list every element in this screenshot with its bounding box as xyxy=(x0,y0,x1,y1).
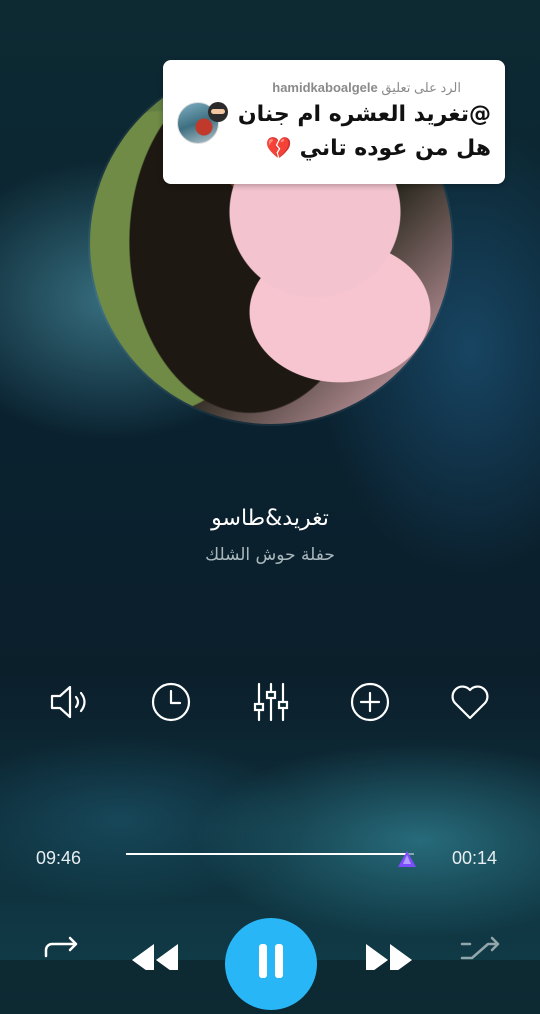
comment-line-2: هل من عوده تاني 💔 xyxy=(266,136,491,161)
previous-icon xyxy=(132,944,178,976)
shuffle-icon xyxy=(460,936,500,960)
progress-bar[interactable] xyxy=(126,853,414,855)
progress-thumb[interactable] xyxy=(396,849,418,869)
previous-button[interactable] xyxy=(128,930,180,976)
reply-prefix: الرد على تعليق xyxy=(381,80,461,95)
next-button[interactable] xyxy=(364,930,416,976)
sleep-timer-icon xyxy=(151,682,191,722)
repeat-button[interactable] xyxy=(40,930,84,974)
comment-line-1: @تغريد العشره ام جنان xyxy=(200,102,491,127)
broken-heart-emoji: 💔 xyxy=(265,136,292,160)
track-subtitle: حفلة حوش الشلك xyxy=(205,545,335,565)
shuffle-button[interactable] xyxy=(458,930,502,974)
elapsed-time: 09:46 xyxy=(36,848,82,868)
reply-header: الرد على تعليق hamidkaboalgele xyxy=(272,80,461,96)
equalizer-button[interactable] xyxy=(249,680,293,724)
ninja-emoji-icon xyxy=(206,102,230,124)
favorite-button[interactable] xyxy=(448,680,492,724)
comment-text-2: هل من عوده تاني xyxy=(299,136,491,161)
progress-fill xyxy=(126,853,409,855)
comment-username: hamidkaboalgele xyxy=(272,80,378,95)
pause-icon xyxy=(225,918,317,1010)
seek-thumb-icon xyxy=(398,851,416,867)
equalizer-icon xyxy=(253,682,289,722)
reply-comment-card[interactable]: الرد على تعليق hamidkaboalgele @تغريد ال… xyxy=(163,60,505,184)
favorite-icon xyxy=(451,685,489,720)
add-icon xyxy=(350,682,390,722)
track-title: تغريد&طاسو xyxy=(211,506,329,531)
add-to-playlist-button[interactable] xyxy=(348,680,392,724)
comment-text-1: @تغريد العشره ام جنان xyxy=(237,102,491,127)
total-time: 00:14 xyxy=(452,848,498,868)
play-pause-button[interactable] xyxy=(225,918,317,1014)
next-icon xyxy=(366,944,412,976)
volume-button[interactable] xyxy=(48,680,92,724)
volume-icon xyxy=(50,685,86,719)
sleep-timer-button[interactable] xyxy=(149,680,193,724)
repeat-icon xyxy=(44,936,78,958)
